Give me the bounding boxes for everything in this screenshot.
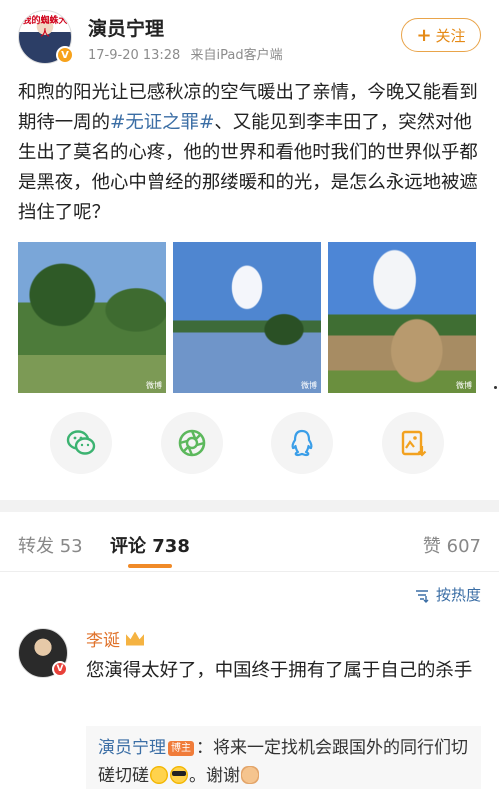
wechat-icon [66,430,96,455]
share-save-image-button[interactable] [381,412,444,474]
smile-emoji-icon [150,766,168,784]
tab-comments[interactable]: 评论 738 [110,532,190,558]
sort-icon [415,589,429,603]
active-tab-indicator [128,564,172,568]
post-tabs: 转发 53 评论 738 赞 607 [0,512,499,572]
dot-marker [494,386,497,389]
post-text: 和煦的阳光让已感秋凉的空气暖出了亲情，今晚又能看到期待一周的#无证之罪#、又能见… [18,78,484,228]
sort-label: 按热度 [435,586,481,604]
photo-grid: 微博 微博 微博 [18,242,476,393]
author-name[interactable]: 演员宁理 [88,14,164,41]
post-meta: 17-9-20 13:28 来自iPad客户端 [88,44,283,63]
sort-by-popularity-button[interactable]: 按热度 [414,584,481,605]
follow-label: 关注 [435,26,466,45]
tab-likes[interactable]: 赞 607 [423,532,481,558]
photo-garden[interactable]: 微博 [18,242,166,393]
verified-badge-icon: V [56,46,74,64]
save-image-icon [401,430,427,457]
photo-lake[interactable]: 微博 [173,242,321,393]
moments-icon [178,429,205,457]
plus-icon: + [416,24,432,46]
qq-icon [291,429,313,457]
hashtag-link[interactable]: #无证之罪# [110,112,214,133]
reply-author[interactable]: 演员宁理 [98,738,166,758]
host-badge: 博主 [168,741,194,756]
photo-watermark: 微博 [301,381,317,390]
handshake-emoji-icon [241,766,259,784]
comment-text: 您演得太好了，中国终于拥有了属于自己的杀手 [86,660,473,681]
commenter-verified-icon: V [52,661,68,677]
commenter-name[interactable]: 李诞 [86,626,120,651]
follow-button[interactable]: + 关注 [401,18,481,52]
post-source: 来自iPad客户端 [190,48,283,63]
tabs-border [0,571,499,572]
share-row [18,412,476,478]
avatar-tag-text: 我的蜘蛛大人 [22,16,68,39]
photo-watermark: 微博 [146,381,162,390]
sunglasses-emoji-icon [170,766,188,784]
share-wechat-button[interactable] [50,412,112,474]
post-timestamp: 17-9-20 13:28 [88,48,181,63]
section-divider [0,500,499,512]
photo-playground[interactable]: 微博 [328,242,476,393]
share-moments-button[interactable] [160,412,223,474]
crown-icon [126,631,144,646]
tab-reposts[interactable]: 转发 53 [18,532,83,558]
photo-watermark: 微博 [456,381,472,390]
share-qq-button[interactable] [271,412,334,474]
author-reply[interactable]: 演员宁理 博主 ：将来一定找机会跟国外的同行们切磋切磋 。谢谢 [86,726,481,789]
reply-text-b: 。谢谢 [189,766,240,786]
commenter-name-row[interactable]: 李诞 [86,626,144,651]
weibo-post-page: 我的蜘蛛大人 V 演员宁理 17-9-20 13:28 来自iPad客户端 + … [0,0,499,789]
